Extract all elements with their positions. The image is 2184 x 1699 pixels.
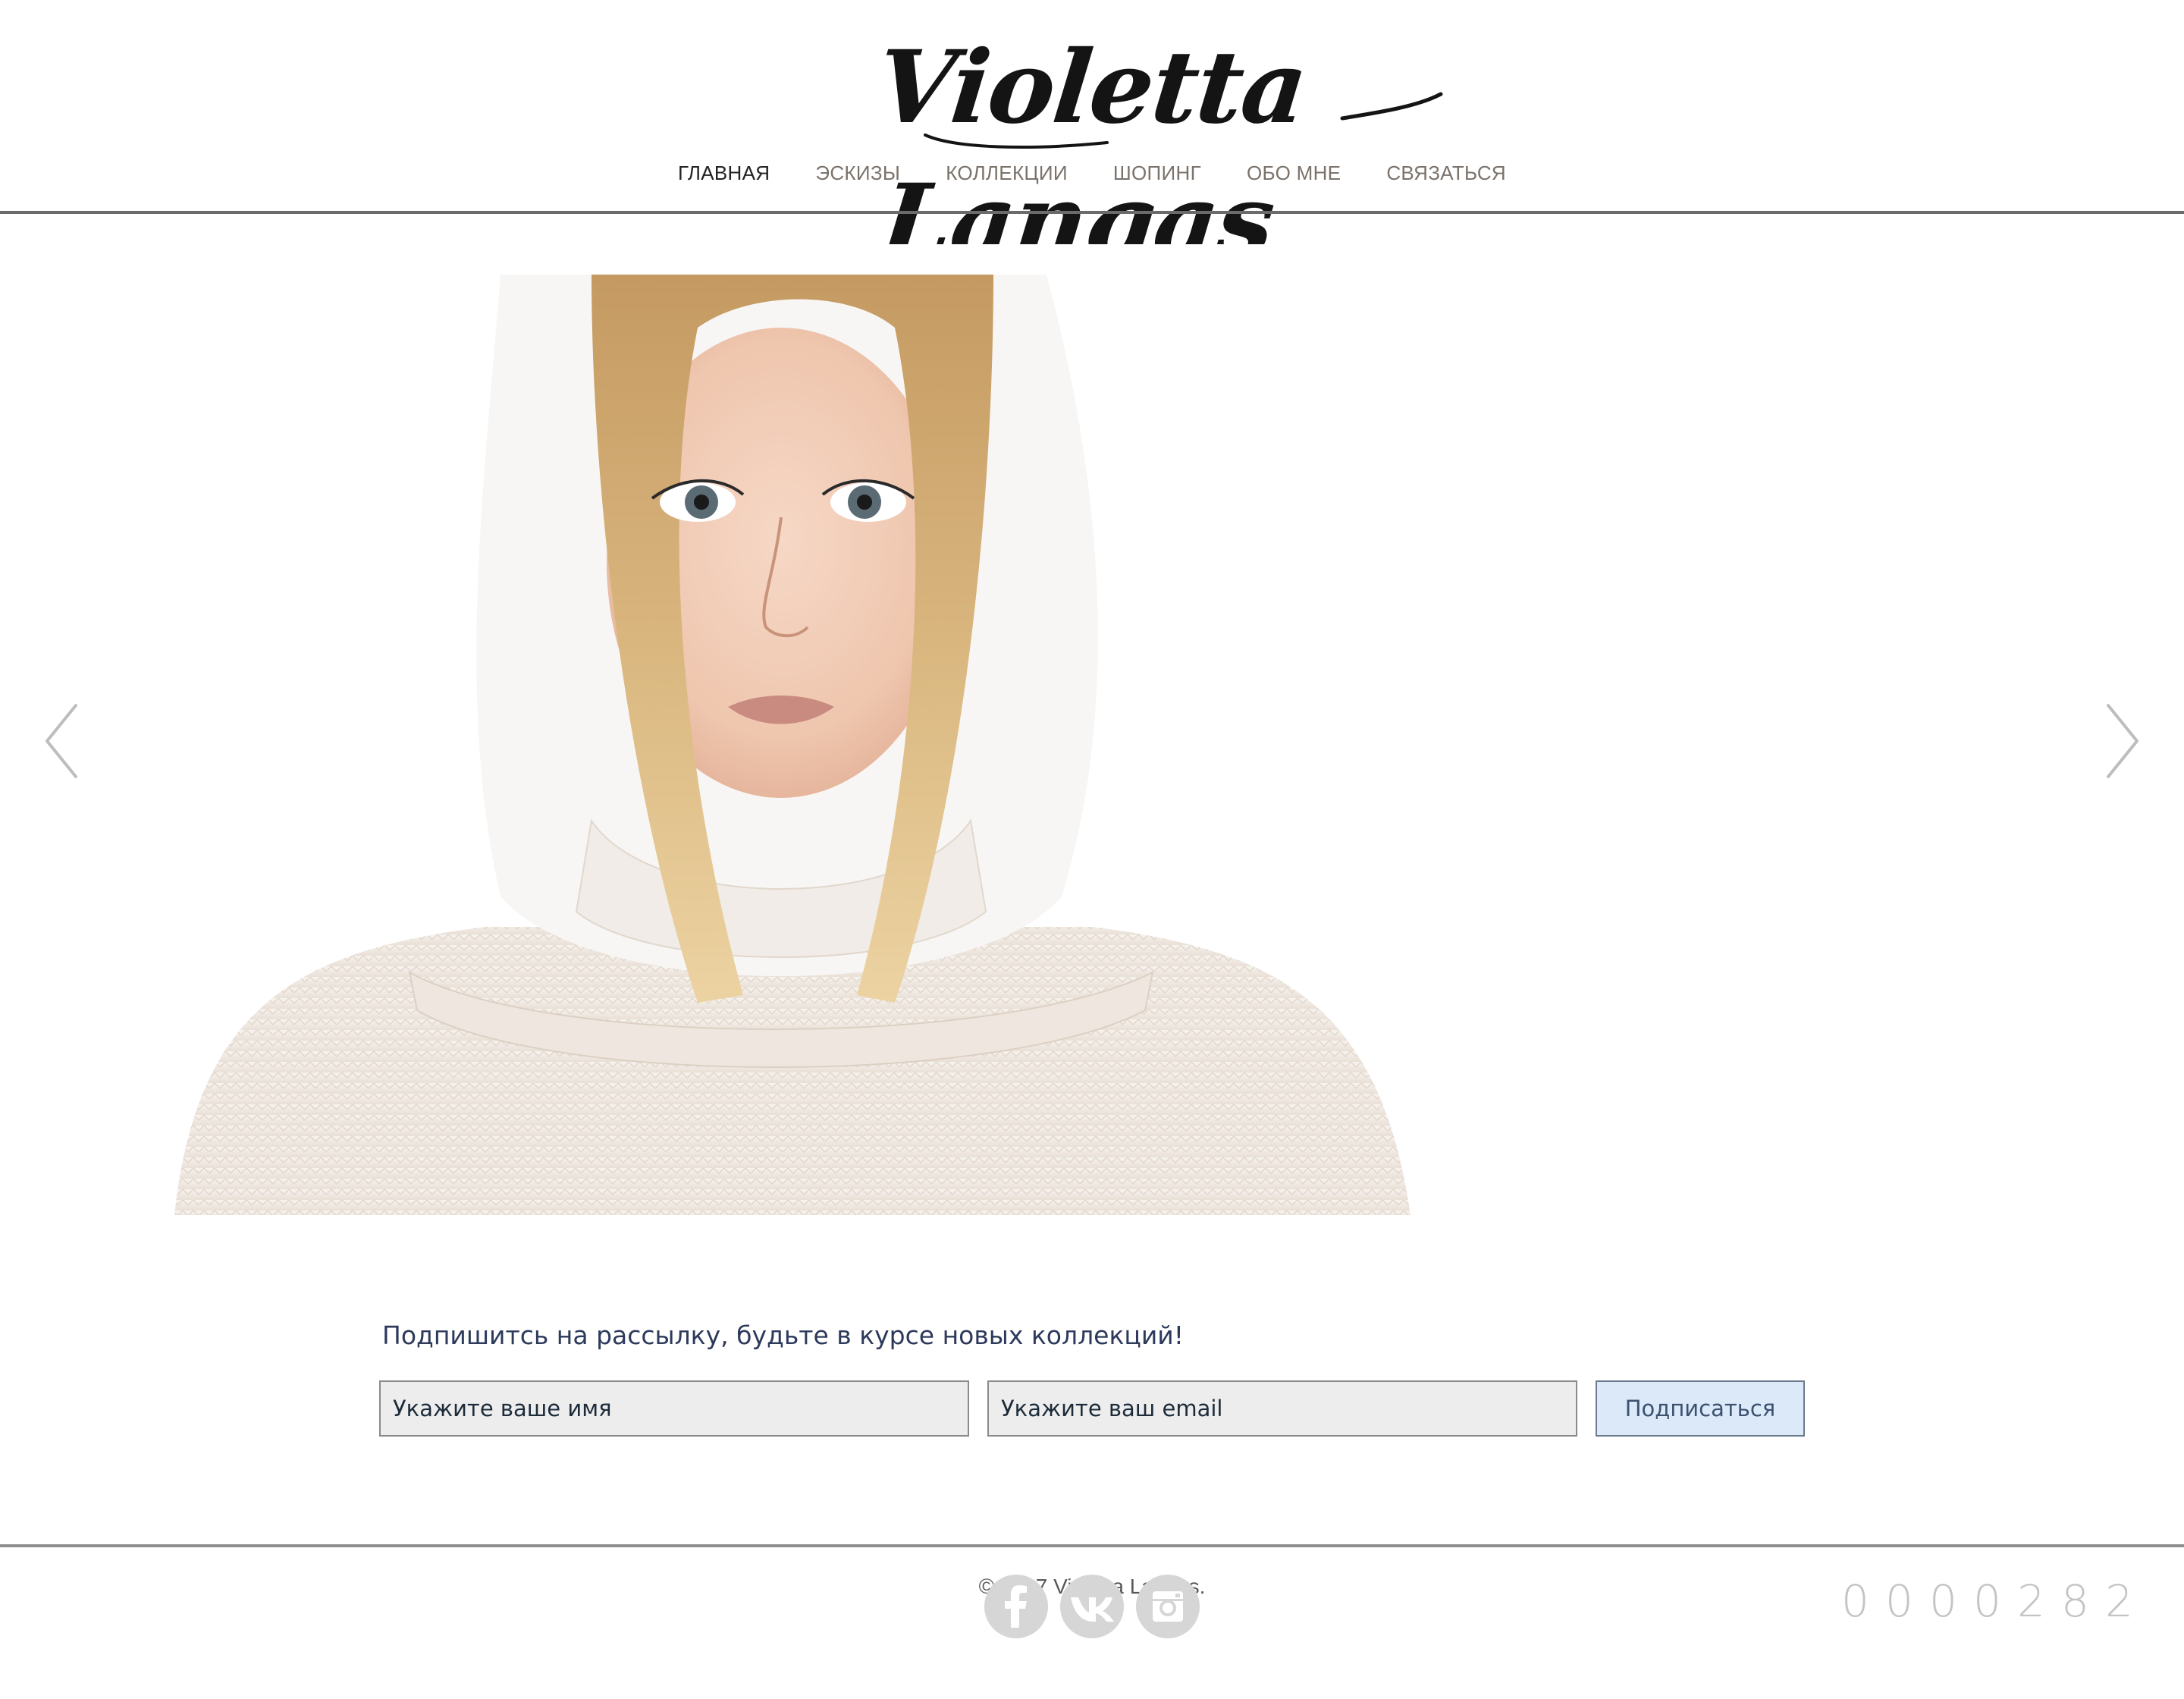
footer-divider: [0, 1544, 2184, 1547]
counter-digit: 8: [2061, 1575, 2089, 1627]
nav-item-collections[interactable]: КОЛЛЕКЦИИ: [923, 158, 1090, 188]
counter-digit: 0: [1885, 1575, 1913, 1627]
slideshow-prev-button[interactable]: [30, 692, 91, 790]
name-input[interactable]: [379, 1380, 969, 1437]
facebook-link[interactable]: [984, 1575, 1048, 1638]
subscribe-title: Подпишитсь на рассылку, будьте в курсе н…: [382, 1321, 1184, 1350]
logo-flourish: [924, 92, 1443, 149]
counter-digit: 0: [1841, 1575, 1869, 1627]
nav-item-about[interactable]: ОБО МНЕ: [1224, 158, 1363, 188]
model-illustration: [174, 275, 1410, 1215]
facebook-icon: [1005, 1585, 1027, 1628]
social-links: [984, 1575, 1200, 1638]
hero-photo: [167, 244, 1426, 1215]
instagram-icon: [1153, 1591, 1183, 1622]
site-header: Violetta Langas ГЛАВНАЯ ЭСКИЗЫ КОЛЛЕКЦИИ…: [0, 0, 2184, 280]
counter-digit: 0: [1973, 1575, 2001, 1627]
subscribe-button[interactable]: Подписаться: [1596, 1380, 1805, 1437]
instagram-link[interactable]: [1136, 1575, 1200, 1638]
vk-icon: [1071, 1597, 1114, 1622]
slideshow-next-button[interactable]: [2093, 692, 2154, 790]
counter-digit: 2: [2017, 1575, 2045, 1627]
nav-item-shopping[interactable]: ШОПИНГ: [1090, 158, 1224, 188]
chevron-right-icon: [2104, 702, 2141, 780]
visitor-counter: 0 0 0 0 2 8 2: [1841, 1575, 2133, 1628]
vk-link[interactable]: [1060, 1575, 1124, 1638]
hero-slideshow: [0, 214, 2184, 1238]
nav-item-home[interactable]: ГЛАВНАЯ: [655, 158, 792, 188]
counter-digit: 0: [1929, 1575, 1957, 1627]
counter-digit: 2: [2105, 1575, 2133, 1627]
email-input[interactable]: [987, 1380, 1577, 1437]
nav-item-sketches[interactable]: ЭСКИЗЫ: [792, 158, 923, 188]
main-nav: ГЛАВНАЯ ЭСКИЗЫ КОЛЛЕКЦИИ ШОПИНГ ОБО МНЕ …: [0, 158, 2184, 188]
nav-item-contact[interactable]: СВЯЗАТЬСЯ: [1363, 158, 1529, 188]
logo[interactable]: Violetta Langas: [713, 21, 1456, 280]
chevron-left-icon: [43, 702, 80, 780]
